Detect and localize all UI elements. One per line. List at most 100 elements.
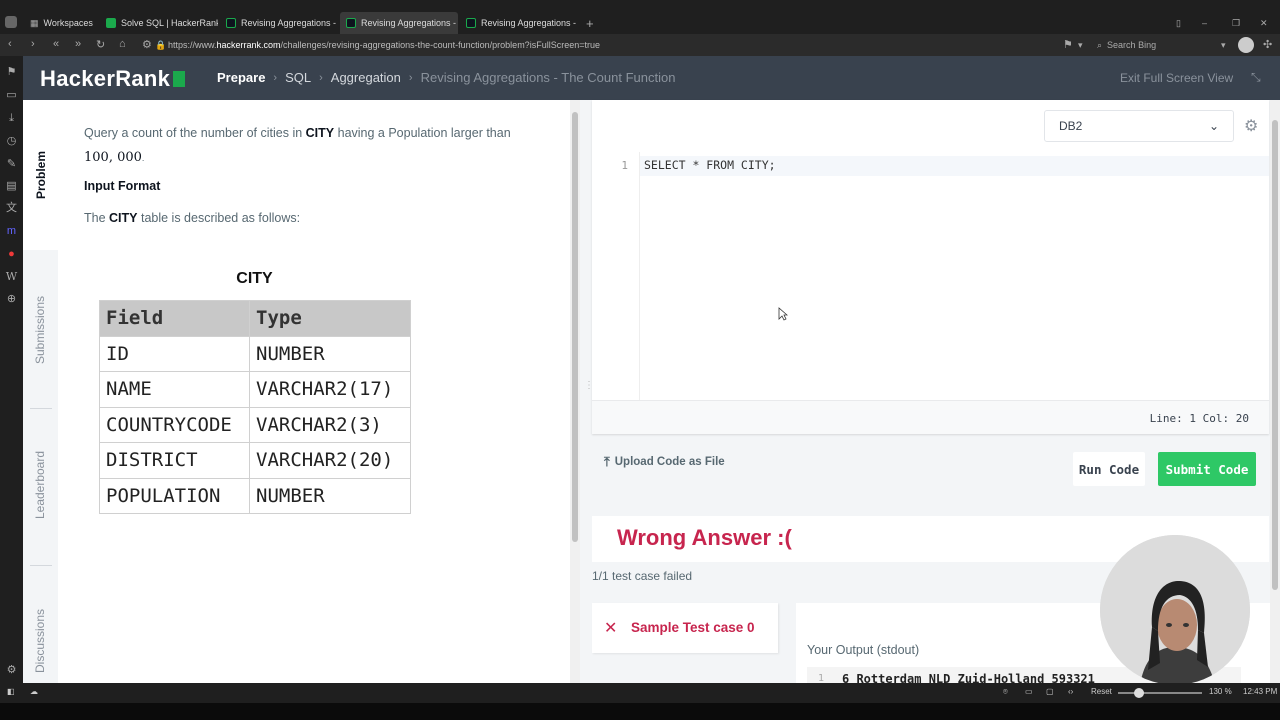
tab-discussions[interactable]: Discussions [23,609,58,673]
upload-label: Upload Code as File [614,456,725,468]
language-value: DB2 [1059,119,1083,133]
language-select[interactable]: DB2 ⌄ [1044,110,1234,142]
test-summary: 1/1 test case failed [592,569,693,583]
settings-icon[interactable]: ⚙ [5,664,18,677]
column-header: Field [99,300,250,337]
browser-tab[interactable]: Solve SQL | HackerRank [100,12,218,34]
chevron-right-icon: › [408,71,413,84]
run-code-button[interactable]: Run Code [1073,452,1145,486]
verdict-heading: Wrong Answer :( [617,525,792,550]
tab-stack-icon[interactable]: ▯ [1170,12,1186,34]
code-text[interactable]: SELECT * FROM CITY; [644,158,776,172]
search-icon: ⌕ [1097,39,1103,50]
tab-divider [30,408,52,409]
tab-leaderboard-label: Leaderboard [33,450,48,520]
scrollbar-thumb[interactable] [572,112,578,542]
table-row: COUNTRYCODE VARCHAR2(3) [99,406,411,443]
new-tab-button[interactable]: + [580,12,598,34]
downloads-icon[interactable]: ⤓ [5,112,18,125]
capture-icon[interactable]: ⌾ [1003,687,1008,697]
site-settings-icon[interactable]: ⚙ [142,38,152,51]
collapse-icon[interactable]: ⤡ [1251,70,1261,85]
workspaces-button[interactable]: ▦ Workspaces ▾ [24,12,96,34]
clock: 12:43 PM [1243,687,1278,696]
url-field[interactable]: https://www.hackerrank.com/challenges/re… [168,40,600,50]
field-cell: DISTRICT [99,442,250,479]
desc-text: The [84,211,110,225]
panel-toggle-icon[interactable]: ◧ [7,687,15,696]
field-cell: COUNTRYCODE [99,406,250,443]
zoom-slider-thumb[interactable] [1134,688,1144,698]
chevron-down-icon[interactable]: ▾ [1221,40,1226,51]
bookmark-icon[interactable]: ⚑ [1063,38,1073,51]
translate-icon[interactable]: 文 [5,202,18,215]
close-icon: ✕ [604,620,618,637]
forward-icon[interactable]: › [31,38,35,50]
scrollbar-thumb[interactable] [1272,120,1278,590]
workspaces-label: Workspaces [43,18,93,28]
tab-submissions[interactable]: Submissions [23,296,58,364]
submit-code-button[interactable]: Submit Code [1158,452,1256,486]
exit-fullscreen-link[interactable]: Exit Full Screen View [1120,71,1233,85]
maximize-icon[interactable]: ❐ [1226,12,1242,34]
close-window-icon[interactable]: ✕ [1254,12,1270,34]
hackerrank-logo[interactable]: HackerRank [40,66,186,92]
cloud-sync-icon[interactable]: ☁ [30,687,38,696]
code-icon[interactable]: ‹› [1068,687,1073,696]
home-icon[interactable]: ⌂ [119,38,126,50]
add-panel-icon[interactable]: ⊕ [5,293,18,306]
type-cell: NUMBER [249,477,411,514]
chevron-right-icon: › [319,71,323,84]
logo-text: HackerRank [40,66,171,91]
tile-icon[interactable]: ▭ [1025,687,1033,696]
zoom-level: 130 % [1209,687,1232,696]
back-icon[interactable]: ‹ [8,38,12,50]
editor-settings-icon[interactable]: ⚙ [1244,116,1258,136]
breadcrumb: Prepare › SQL › Aggregation › Revising A… [217,70,675,85]
breadcrumb-current: Revising Aggregations - The Count Functi… [420,70,676,85]
problem-scrollbar[interactable] [570,100,580,683]
type-cell: VARCHAR2(3) [249,406,411,443]
chevron-down-icon[interactable]: ▾ [1078,40,1083,51]
calendar-icon[interactable]: ▤ [5,180,18,193]
tab-leaderboard[interactable]: Leaderboard [23,451,58,519]
page-scrollbar[interactable] [1270,100,1280,683]
profile-avatar[interactable] [1238,37,1254,53]
wikipedia-icon[interactable]: W [5,270,18,283]
mouse-cursor-icon [778,307,788,321]
tab-label: Revising Aggregations - Av [481,18,578,28]
test-case-label[interactable]: Sample Test case 0 [631,620,755,635]
reload-icon[interactable]: ↻ [96,38,105,51]
table-row: POPULATION NUMBER [99,477,411,514]
history-icon[interactable]: ◷ [5,135,18,148]
browser-tab[interactable]: Revising Aggregations - Th [220,12,338,34]
zoom-reset-button[interactable]: Reset [1091,687,1112,696]
search-field[interactable]: ⌕ Search Bing [1097,36,1232,54]
url-domain: hackerrank.com [216,40,281,50]
breadcrumb-sql[interactable]: SQL [285,70,311,85]
desc-table-name: CITY [109,211,138,225]
fast-forward-icon[interactable]: » [75,38,81,50]
browser-tab[interactable]: Revising Aggregations - Av [460,12,578,34]
breadcrumb-aggregation[interactable]: Aggregation [331,70,401,85]
zoom-slider[interactable] [1118,688,1202,698]
vivaldi-logo-icon[interactable] [5,16,17,28]
bookmark-panel-icon[interactable]: ⚑ [5,66,18,79]
code-editor[interactable] [592,100,1269,434]
statement-number: 100, 000 [84,150,142,165]
rewind-icon[interactable]: « [53,38,59,50]
window-icon[interactable]: ▢ [1046,687,1054,696]
browser-tab-active[interactable]: Revising Aggregations - Th [340,12,458,34]
tab-problem[interactable]: Problem [23,151,58,199]
extensions-icon[interactable]: ✣ [1263,38,1272,51]
output-heading: Your Output (stdout) [807,643,920,657]
notes-icon[interactable]: ✎ [5,158,18,171]
statement-text: having a Population larger than [334,126,511,140]
minimize-icon[interactable]: – [1196,12,1212,34]
breadcrumb-prepare[interactable]: Prepare [217,70,265,85]
vivaldi-icon[interactable]: ● [5,248,18,261]
mastodon-icon[interactable]: m [5,225,18,238]
tab-label: Revising Aggregations - Th [361,18,458,28]
upload-code-link[interactable]: ⤒ Upload Code as File [604,454,725,470]
reading-list-icon[interactable]: ▭ [5,89,18,102]
